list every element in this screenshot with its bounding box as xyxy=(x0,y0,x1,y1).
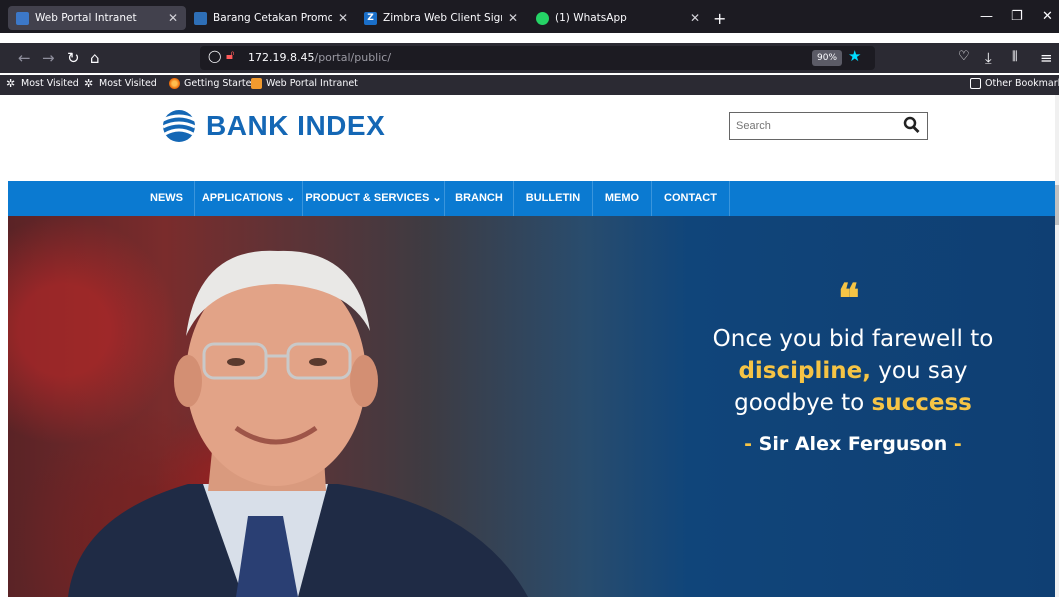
home-icon[interactable]: ⌂ xyxy=(90,49,100,67)
gear-icon: ✲ xyxy=(6,77,16,90)
bookmarks-toolbar: ✲ Most Visited ✲ Most Visited Getting St… xyxy=(0,75,1059,95)
logo-wordmark: BANK INDEX xyxy=(206,110,386,141)
menu-product-services[interactable]: PRODUCT & SERVICES ⌄ xyxy=(303,181,445,216)
folder-icon xyxy=(970,78,981,89)
back-icon[interactable]: ← xyxy=(18,49,31,67)
hero-banner[interactable]: ❝ Once you bid farewell to discipline, y… xyxy=(8,216,1055,597)
menu-contact[interactable]: CONTACT xyxy=(652,181,730,216)
portal-favicon-icon xyxy=(251,78,262,89)
menu-branch[interactable]: BRANCH xyxy=(445,181,514,216)
forward-icon[interactable]: → xyxy=(42,49,55,67)
globe-logo-icon xyxy=(162,110,196,142)
zoom-level[interactable]: 90% xyxy=(812,50,843,66)
menu-memo[interactable]: MEMO xyxy=(593,181,652,216)
page-scrollbar[interactable] xyxy=(1055,95,1059,597)
bookmark-star-icon[interactable]: ★ xyxy=(848,47,861,65)
search-icon[interactable] xyxy=(903,115,921,135)
quote-mark-icon: ❝ xyxy=(838,275,860,322)
tab-barang-cetakan[interactable]: Barang Cetakan Promosi ✕ xyxy=(186,6,356,30)
close-tab-icon[interactable]: ✕ xyxy=(690,11,700,25)
bookmark-getting-started[interactable]: Getting Started xyxy=(169,78,257,89)
whatsapp-favicon-icon xyxy=(536,11,549,25)
close-tab-icon[interactable]: ✕ xyxy=(168,11,178,25)
browser-window: Web Portal Intranet ✕ Barang Cetakan Pro… xyxy=(0,0,1059,597)
main-menu: NEWS APPLICATIONS ⌄ PRODUCT & SERVICES ⌄… xyxy=(8,181,1055,216)
tracking-shield-icon[interactable]: ◯ xyxy=(208,49,221,63)
tab-web-portal[interactable]: Web Portal Intranet ✕ xyxy=(8,6,186,30)
close-tab-icon[interactable]: ✕ xyxy=(508,11,518,25)
minimize-icon[interactable]: — xyxy=(980,9,993,24)
tab-strip: Web Portal Intranet ✕ Barang Cetakan Pro… xyxy=(0,0,1059,33)
menu-bulletin[interactable]: BULLETIN xyxy=(514,181,593,216)
menu-applications[interactable]: APPLICATIONS ⌄ xyxy=(195,181,303,216)
menu-news[interactable]: NEWS xyxy=(139,181,195,216)
bookmark-most-visited[interactable]: ✲ Most Visited xyxy=(6,78,79,89)
bookmark-web-portal[interactable]: Web Portal Intranet xyxy=(251,78,358,89)
restore-icon[interactable]: ❐ xyxy=(1011,9,1023,24)
bank-index-logo[interactable]: BANK INDEX xyxy=(160,108,385,144)
hero-portrait-image xyxy=(68,250,528,597)
firefox-icon xyxy=(169,78,180,89)
search-box[interactable] xyxy=(729,112,928,140)
downloads-icon[interactable]: ⤓ xyxy=(985,49,992,67)
other-bookmarks[interactable]: Other Bookmarks xyxy=(970,78,1059,89)
zimbra-favicon-icon: Z xyxy=(364,11,377,25)
window-close-icon[interactable]: ✕ xyxy=(1042,9,1053,24)
navigation-toolbar: ← → ↻ ⌂ ◯ 🔓︎ 172.19.8.45/portal/public/ … xyxy=(0,43,1059,73)
bookmark-most-visited-2[interactable]: ✲ Most Visited xyxy=(84,78,157,89)
search-input[interactable] xyxy=(736,117,896,135)
tab-zimbra[interactable]: Z Zimbra Web Client Sign In ✕ xyxy=(356,6,526,30)
menu-hamburger-icon[interactable]: ≡ xyxy=(1040,49,1053,67)
insecure-lock-icon[interactable]: 🔓︎ xyxy=(226,48,234,63)
reload-icon[interactable]: ↻ xyxy=(67,49,80,67)
web-page: BANK INDEX NEWS APPLICATIONS ⌄ PRODUCT &… xyxy=(0,95,1059,597)
scrollbar-thumb[interactable] xyxy=(1055,185,1059,225)
tab-whatsapp[interactable]: (1) WhatsApp ✕ xyxy=(528,6,708,30)
address-bar[interactable]: ◯ 🔓︎ 172.19.8.45/portal/public/ 90% ★ xyxy=(200,46,875,70)
close-tab-icon[interactable]: ✕ xyxy=(338,11,348,25)
url-text[interactable]: 172.19.8.45/portal/public/ xyxy=(248,51,391,64)
library-icon[interactable]: ⫼ xyxy=(1012,49,1018,64)
site-favicon-icon xyxy=(194,11,207,25)
hero-quote-author: - Sir Alex Ferguson - xyxy=(744,433,962,455)
pocket-icon[interactable]: ♡ xyxy=(958,49,970,64)
gear-icon: ✲ xyxy=(84,77,94,90)
new-tab-icon[interactable]: + xyxy=(713,9,726,28)
hero-quote: Once you bid farewell to discipline, you… xyxy=(712,326,994,416)
bank-index-favicon-icon xyxy=(16,11,29,25)
